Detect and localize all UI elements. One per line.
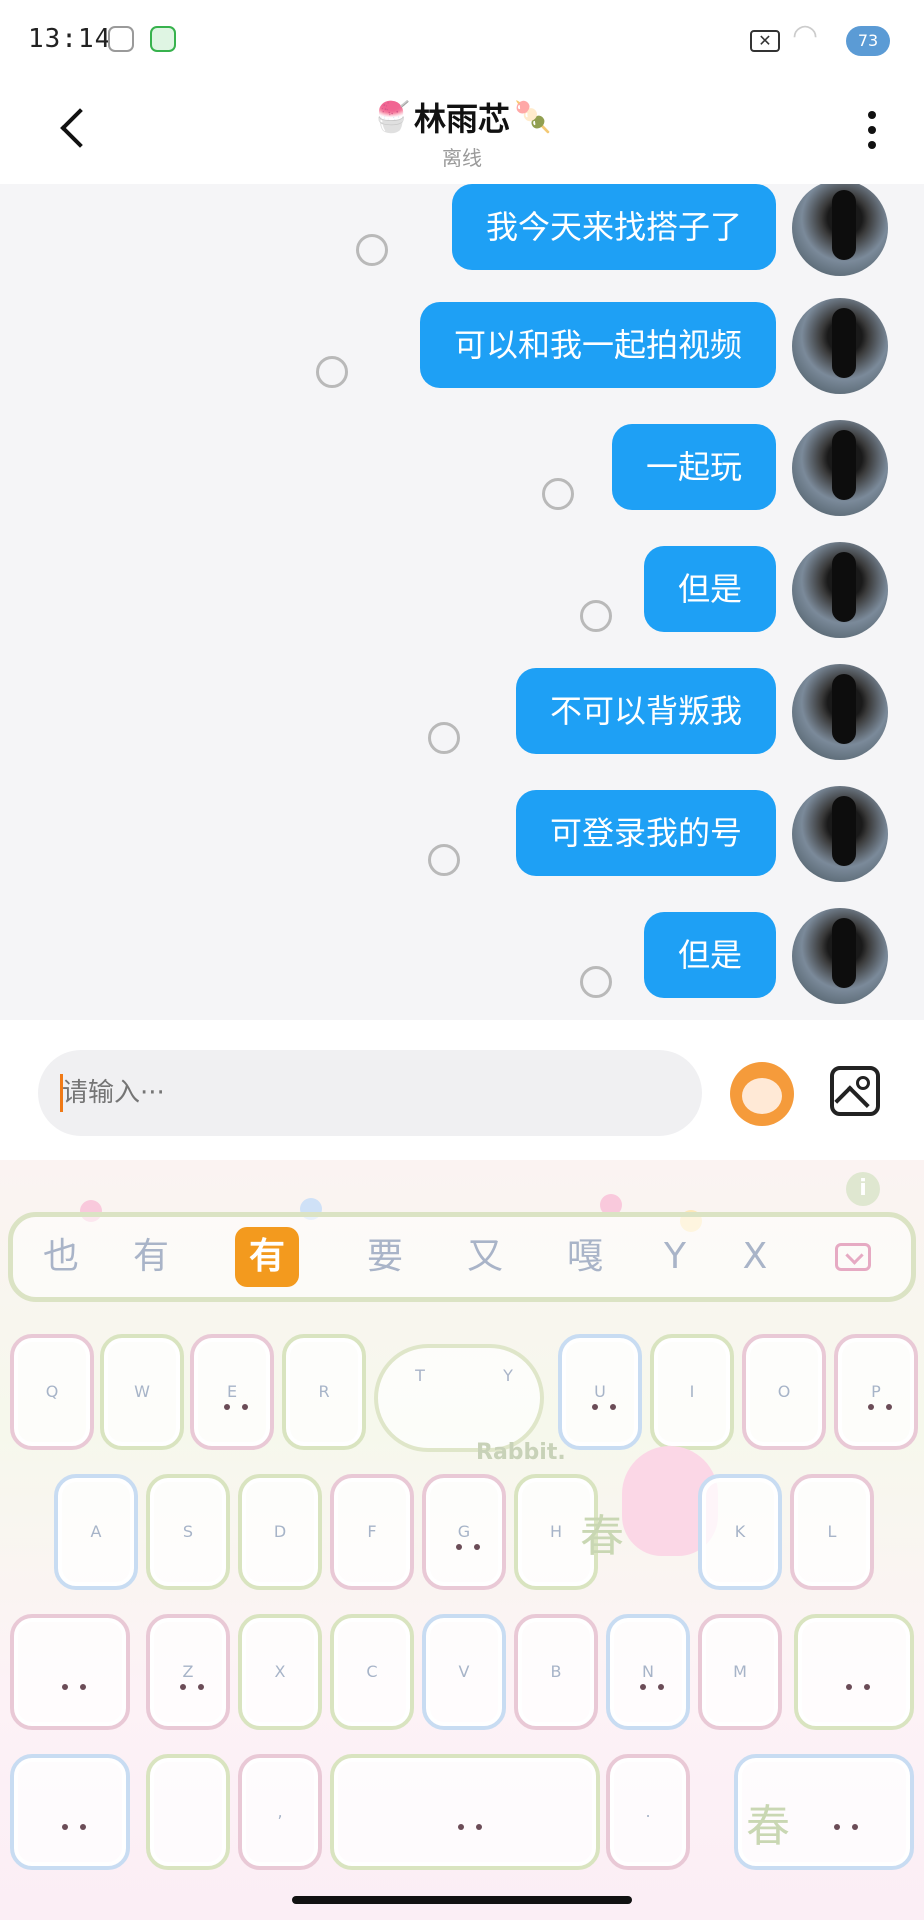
key-a[interactable]: A [54, 1474, 138, 1590]
period-key[interactable]: . [606, 1754, 690, 1870]
keyboard: i 也 有 有 要 又 嘎 Y X Q W E R T Y T Y Rabbit… [0, 1160, 924, 1920]
message-bubble[interactable]: 一起玩 [611, 424, 776, 510]
title-area: 🍧 林雨芯 🍡 离线 [0, 94, 924, 171]
key-u[interactable]: U [558, 1334, 642, 1450]
key-q[interactable]: Q [10, 1334, 94, 1450]
dango-emoji-icon: 🍡 [514, 99, 552, 135]
key-g[interactable]: G [422, 1474, 506, 1590]
text-caret [60, 1074, 63, 1112]
key-n[interactable]: N [606, 1614, 690, 1730]
key-x[interactable]: X [238, 1614, 322, 1730]
unread-status-icon [428, 722, 460, 754]
avatar[interactable] [792, 664, 888, 760]
message-row: 不可以背叛我 [288, 664, 888, 768]
message-input[interactable] [38, 1050, 702, 1136]
avatar[interactable] [792, 420, 888, 516]
collapse-keyboard-button[interactable] [835, 1243, 871, 1271]
message-row: 但是 [388, 908, 888, 1012]
sticker-button[interactable] [730, 1062, 794, 1126]
key-r[interactable]: R [282, 1334, 366, 1450]
message-row: 但是 [388, 542, 888, 646]
chat-header: 🍧 林雨芯 🍡 离线 [0, 80, 924, 184]
key-f[interactable]: F [330, 1474, 414, 1590]
wifi-icon: ◠ [792, 18, 819, 53]
battery-icon: 73 [846, 26, 890, 56]
key-d[interactable]: D [238, 1474, 322, 1590]
unread-status-icon [580, 966, 612, 998]
avatar[interactable] [792, 542, 888, 638]
more-options-button[interactable] [862, 108, 882, 156]
key-l[interactable]: L [790, 1474, 874, 1590]
avatar[interactable] [792, 908, 888, 1004]
message-row: 可以和我一起拍视频 [128, 298, 888, 402]
message-row: 一起玩 [388, 420, 888, 524]
image-button[interactable] [830, 1066, 880, 1116]
message-row: 可登录我的号 [288, 786, 888, 890]
spring-character-decoration: 春 [746, 1801, 790, 1852]
notification-icon [108, 26, 134, 52]
key-y-label: Y [503, 1366, 513, 1385]
delete-key[interactable] [794, 1614, 914, 1730]
status-bar: 13:14 ✕ ◠ 73 [0, 0, 924, 80]
shift-key[interactable] [10, 1614, 130, 1730]
sim-off-icon: ✕ [750, 30, 780, 52]
candidate-item[interactable]: 也 [33, 1227, 89, 1287]
input-bar [0, 1020, 924, 1160]
candidate-item[interactable]: 嘎 [557, 1227, 613, 1287]
message-bubble[interactable]: 我今天来找搭子了 [451, 184, 776, 270]
key-k[interactable]: K [698, 1474, 782, 1590]
unread-status-icon [542, 478, 574, 510]
candidate-item[interactable]: Y [647, 1227, 703, 1287]
spring-character-decoration: 春 [580, 1511, 624, 1562]
candidate-item[interactable]: 又 [457, 1227, 513, 1287]
message-bubble[interactable]: 不可以背叛我 [515, 668, 776, 754]
unread-status-icon [580, 600, 612, 632]
comma-key[interactable]: , [238, 1754, 322, 1870]
unread-status-icon [356, 234, 388, 266]
message-bubble[interactable]: 但是 [643, 546, 776, 632]
message-bubble[interactable]: 但是 [643, 912, 776, 998]
candidate-bar: 也 有 有 要 又 嘎 Y X [8, 1212, 916, 1302]
home-indicator[interactable] [292, 1896, 632, 1904]
candidate-item[interactable]: X [727, 1227, 783, 1287]
key-z[interactable]: Z [146, 1614, 230, 1730]
contact-name: 林雨芯 [413, 100, 510, 138]
app-notification-icon [150, 26, 176, 52]
key-b[interactable]: B [514, 1614, 598, 1730]
dessert-emoji-icon: 🍧 [372, 99, 410, 135]
candidate-item[interactable]: 要 [357, 1227, 413, 1287]
key-w[interactable]: W [100, 1334, 184, 1450]
candidate-item-selected[interactable]: 有 [235, 1227, 299, 1287]
key-e[interactable]: E [190, 1334, 274, 1450]
status-time: 13:14 [28, 24, 112, 54]
contact-status: 离线 [442, 146, 482, 170]
key-m[interactable]: M [698, 1614, 782, 1730]
candidate-item[interactable]: 有 [123, 1227, 179, 1287]
message-bubble[interactable]: 可登录我的号 [515, 790, 776, 876]
message-bubble[interactable]: 可以和我一起拍视频 [419, 302, 776, 388]
key-o[interactable]: O [742, 1334, 826, 1450]
rabbit-label: Rabbit. [476, 1440, 566, 1465]
message-list[interactable]: 我今天来找搭子了 可以和我一起拍视频 一起玩 但是 不可以背叛我 可登录我的号 … [0, 184, 924, 1020]
space-key[interactable] [330, 1754, 600, 1870]
key-p[interactable]: P [834, 1334, 918, 1450]
key-v[interactable]: V [422, 1614, 506, 1730]
unread-status-icon [316, 356, 348, 388]
avatar[interactable] [792, 298, 888, 394]
key-s[interactable]: S [146, 1474, 230, 1590]
key-t-label: T [415, 1366, 425, 1385]
key-c[interactable]: C [330, 1614, 414, 1730]
symbol-key[interactable] [10, 1754, 130, 1870]
key-i[interactable]: I [650, 1334, 734, 1450]
message-row: 我今天来找搭子了 [188, 184, 888, 284]
unread-status-icon [428, 844, 460, 876]
avatar[interactable] [792, 184, 888, 276]
avatar[interactable] [792, 786, 888, 882]
info-icon[interactable]: i [846, 1172, 880, 1206]
emoji-key[interactable] [146, 1754, 230, 1870]
